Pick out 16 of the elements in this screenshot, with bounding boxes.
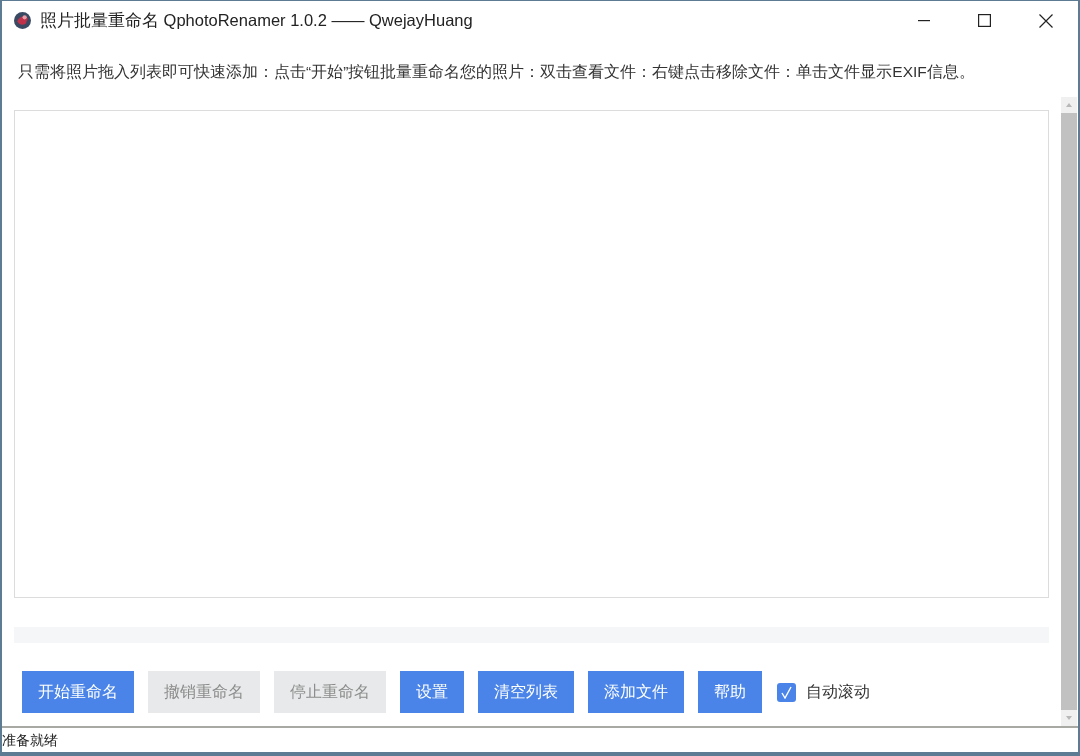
toolbar-button[interactable]: 添加文件 bbox=[588, 671, 684, 713]
instruction-text: 只需将照片拖入列表即可快速添加：点击“开始”按钮批量重命名您的照片：双击查看文件：右键点击移除文件：单击文件显示EXIF信息。 bbox=[18, 62, 975, 82]
toolbar-button[interactable]: 开始重命名 bbox=[22, 671, 134, 713]
close-icon bbox=[1038, 13, 1053, 28]
toolbar-button[interactable]: 清空列表 bbox=[478, 671, 574, 713]
toolbar-button[interactable]: 设置 bbox=[400, 671, 464, 713]
checkbox-label[interactable]: 自动滚动 bbox=[806, 680, 870, 704]
minimize-icon bbox=[917, 19, 930, 22]
app-icon bbox=[14, 12, 31, 29]
maximize-icon bbox=[978, 14, 991, 27]
window-title: 照片批量重命名 QphotoRenamer 1.0.2 —— QwejayHuang bbox=[40, 10, 473, 32]
toolbar-button[interactable]: 帮助 bbox=[698, 671, 762, 713]
checkmark-icon bbox=[781, 685, 792, 699]
file-list[interactable] bbox=[14, 110, 1049, 598]
status-text: 准备就绪 bbox=[2, 730, 58, 750]
checkbox[interactable] bbox=[777, 682, 796, 702]
